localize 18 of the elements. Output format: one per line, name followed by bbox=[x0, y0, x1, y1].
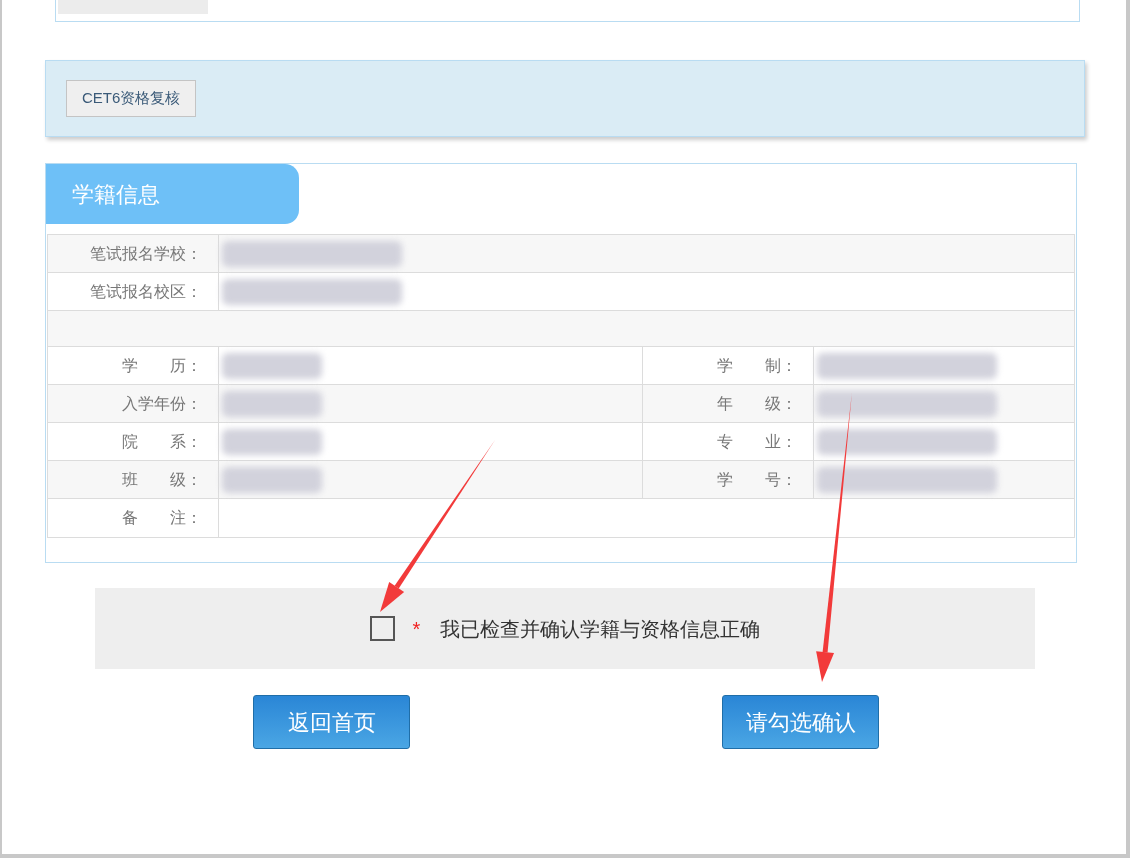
field-label: 学 号： bbox=[643, 461, 814, 498]
field-label: 专 业： bbox=[643, 423, 814, 460]
section-title: 学籍信息 bbox=[46, 164, 299, 224]
action-button[interactable]: 返回首页 bbox=[253, 695, 410, 749]
field-label: 入学年份： bbox=[48, 385, 219, 422]
required-mark: * bbox=[412, 616, 421, 642]
action-button[interactable]: 请勾选确认 bbox=[722, 695, 879, 749]
field-label: 备 注： bbox=[48, 499, 219, 537]
field-label: 院 系： bbox=[48, 423, 219, 460]
confirm-label: 我已检查并确认学籍与资格信息正确 bbox=[440, 616, 761, 642]
field-label: 笔试报名校区： bbox=[48, 273, 219, 310]
field-label: 班 级： bbox=[48, 461, 219, 498]
checkbox[interactable] bbox=[369, 616, 395, 641]
field-label: 学 历： bbox=[48, 347, 219, 384]
field-label: 学 制： bbox=[643, 347, 814, 384]
field-label: 笔试报名学校： bbox=[48, 235, 219, 272]
qualification-button[interactable]: CET6资格复核 bbox=[66, 80, 197, 117]
field-label: 年 级： bbox=[643, 385, 814, 422]
